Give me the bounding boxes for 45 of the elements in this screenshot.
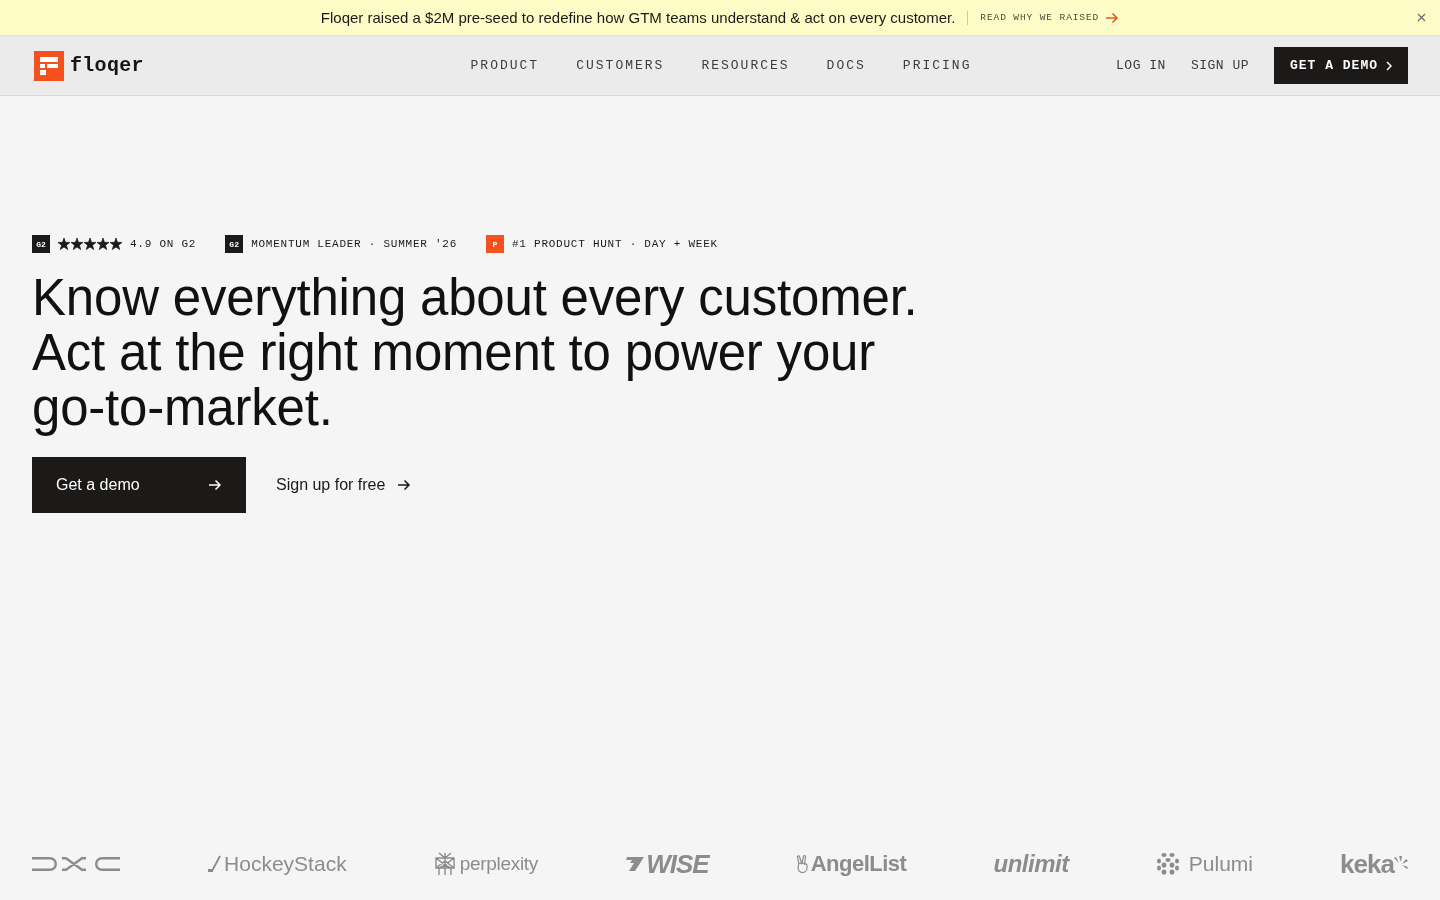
company-wordmark: HockeyStack	[224, 852, 347, 876]
logo-tile: G2	[225, 235, 244, 253]
get-demo-button[interactable]: Get a demo	[32, 457, 246, 513]
company-wordmark: AngelList	[810, 851, 907, 877]
lattice-icon	[433, 852, 456, 876]
star-icon	[71, 238, 83, 250]
badge-text: #1 PRODUCT HUNT · DAY + WEEK	[512, 238, 718, 250]
sign-up-link[interactable]: Sign up for free	[276, 476, 412, 494]
nav-link[interactable]: CUSTOMERS	[576, 58, 665, 73]
nav-link[interactable]: PRICING	[902, 58, 972, 73]
dot-cluster-icon	[1155, 852, 1180, 876]
peace-hand-icon	[795, 855, 809, 873]
nav-link[interactable]: SIGN UP	[1190, 58, 1249, 73]
close-icon	[1417, 13, 1426, 22]
nav-link[interactable]: LOG IN	[1116, 58, 1166, 73]
logo-tile: G2	[32, 235, 50, 253]
arrow-right-icon	[208, 478, 222, 492]
star-icon	[97, 238, 109, 250]
company-wordmark: Pulumi	[1188, 852, 1253, 876]
nav-link[interactable]: RESOURCES	[701, 58, 790, 73]
nav-link[interactable]: DOCS	[826, 58, 866, 73]
nav-link[interactable]: PRODUCT	[470, 58, 540, 73]
chevron-right-icon	[1386, 60, 1392, 71]
arrow-right-icon	[1105, 10, 1120, 25]
company-wordmark: WISE	[646, 848, 709, 880]
badge-text: 4.9 ON G2	[130, 238, 197, 250]
close-button[interactable]	[1415, 11, 1428, 24]
arrow-flag-icon	[625, 856, 646, 872]
logo-tile: P	[486, 235, 504, 253]
burst-rays-icon	[1393, 856, 1408, 872]
company-wordmark: unlimit	[993, 850, 1069, 878]
company-wordmark: keka	[1340, 848, 1394, 880]
star-icon	[110, 238, 122, 250]
home-logo-link[interactable]: floqer	[34, 50, 144, 81]
arrow-right-icon	[397, 478, 412, 492]
logo-icon	[34, 50, 64, 81]
announcement-link[interactable]: READ WHY WE RAISED	[980, 10, 1120, 25]
hero-headline: Know everything about every customer. Act at the right moment to power your go-to-market.	[32, 270, 919, 435]
star-icon	[58, 238, 70, 250]
star-icon	[84, 238, 96, 250]
company-wordmark: perplexity	[459, 853, 539, 875]
hockey-stick-icon	[207, 855, 222, 873]
get-demo-button[interactable]: GET A DEMO	[1274, 47, 1408, 84]
announcement-text: Floqer raised a $2M pre-seed to redefine how GTM teams understand & act on every customer.	[320, 9, 956, 26]
badge-text: MOMENTUM LEADER · SUMMER '26	[251, 238, 457, 250]
